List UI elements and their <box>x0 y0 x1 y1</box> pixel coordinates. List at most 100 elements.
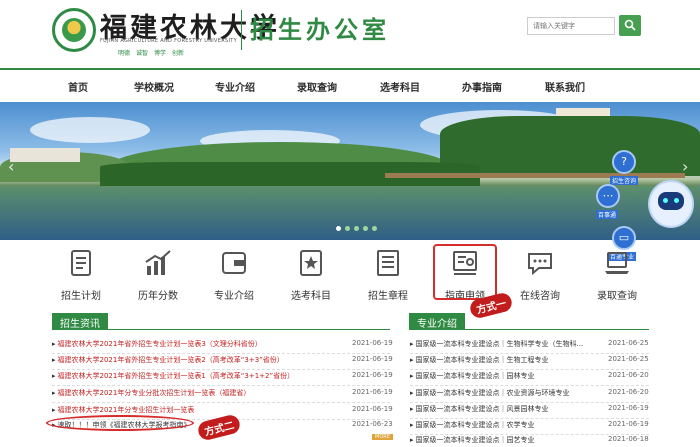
bar-chart-icon <box>145 250 171 275</box>
major-item[interactable]: ▸ 国家级一流本科专业建设点｜农学专业 2021-06-19 <box>410 420 649 435</box>
bullet-arrow-icon: ▸ <box>52 406 56 414</box>
quick-link-online-consult[interactable]: 在线咨询 <box>505 248 575 302</box>
news-item-title[interactable]: 福建农林大学2021年省外招生专业计划一览表1（高考改革“3+1+2”省份） <box>58 372 295 380</box>
news-item[interactable]: ▸ 福建农林大学2021年分专业分批次招生计划一览表（福建省） 2021-06-1… <box>52 388 393 403</box>
news-item-date: 2021-06-19 <box>352 405 393 413</box>
news-item-title[interactable]: 福建农林大学2021年省外招生专业计划一览表3（文理分科省份） <box>58 340 262 348</box>
quick-link-charter[interactable]: 招生章程 <box>353 248 423 302</box>
info-float-label: 百事通 <box>596 210 619 219</box>
quick-link-label: 招生章程 <box>368 291 408 302</box>
guide-float-button[interactable]: ▭ <box>612 226 636 250</box>
help-float-button[interactable]: ? <box>612 150 636 174</box>
news-section-title[interactable]: 招生资讯 <box>52 313 108 330</box>
question-icon: ? <box>621 155 627 168</box>
bullet-arrow-icon: ▸ <box>410 405 414 413</box>
major-item[interactable]: ▸ 国家级一流本科专业建设点｜风景园林专业 2021-06-19 <box>410 404 649 419</box>
banner-dot[interactable] <box>354 226 359 231</box>
search-icon <box>624 19 636 31</box>
news-item[interactable]: ▸ 福建农林大学2021年省外招生专业计划一览表1（高考改革“3+1+2”省份） … <box>52 371 393 386</box>
quick-link-enrollment-plan[interactable]: 招生计划 <box>46 248 116 302</box>
banner-next-arrow[interactable]: › <box>682 157 688 176</box>
annotation-stamp-two: 方式二 <box>196 413 242 442</box>
major-item[interactable]: ▸ 国家级一流本科专业建设点｜生物工程专业 2021-06-25 <box>410 355 649 370</box>
majors-section-title[interactable]: 专业介绍 <box>409 313 465 330</box>
major-item[interactable]: ▸ 国家级一流本科专业建设点｜园林专业 2021-06-20 <box>410 371 649 386</box>
nav-admission-query[interactable]: 录取查询 <box>297 79 337 94</box>
office-title: 招生办公室 <box>250 15 390 44</box>
row-divider <box>410 418 649 419</box>
nav-contact[interactable]: 联系我们 <box>545 79 585 94</box>
main-nav: 首页 学校概况 专业介绍 录取查询 选考科目 办事指南 联系我们 <box>0 68 700 102</box>
site-header: 福建农林大学 FUJIAN AGRICULTURE AND FORESTRY U… <box>0 0 700 64</box>
banner-dot[interactable] <box>372 226 377 231</box>
news-item-title[interactable]: 福建农林大学2021年分专业分批次招生计划一览表（福建省） <box>58 389 251 397</box>
quick-link-past-scores[interactable]: 历年分数 <box>123 248 193 302</box>
quick-link-label: 专业介绍 <box>214 291 254 302</box>
row-divider <box>52 385 390 386</box>
chat-bubble-icon <box>528 253 552 276</box>
banner-bridge <box>385 173 685 178</box>
university-seal-logo[interactable] <box>52 8 96 52</box>
nav-guide[interactable]: 办事指南 <box>462 79 502 94</box>
banner-dot[interactable] <box>345 226 350 231</box>
banner-dot[interactable] <box>363 226 368 231</box>
major-item[interactable]: ▸ 国家级一流本科专业建设点｜农业资源与环境专业 2021-06-20 <box>410 388 649 403</box>
quick-link-admission-query[interactable]: 录取查询 <box>582 248 652 302</box>
header-divider <box>241 10 242 50</box>
quick-link-majors[interactable]: 专业介绍 <box>199 248 269 302</box>
news-item[interactable]: ▸ 福建农林大学2021年省外招生专业计划一览表2（高考改革“3+3”省份） 20… <box>52 355 393 370</box>
major-item-date: 2021-06-25 <box>608 355 649 363</box>
robot-eye <box>674 198 679 203</box>
banner-cloud <box>30 117 150 143</box>
news-section-header: 招生资讯 <box>52 313 390 330</box>
nav-home[interactable]: 首页 <box>68 79 88 94</box>
news-item-date: 2021-06-23 <box>352 420 393 428</box>
major-item-title[interactable]: 国家级一流本科专业建设点｜园艺专业 <box>416 436 535 444</box>
major-item-title[interactable]: 国家级一流本科专业建设点｜生物科学专业（生物科... <box>416 340 584 348</box>
major-item-title[interactable]: 国家级一流本科专业建设点｜风景园林专业 <box>416 405 549 413</box>
news-item-date: 2021-06-19 <box>352 339 393 347</box>
robot-eye <box>663 198 668 203</box>
bullet-arrow-icon: ▸ <box>52 340 56 348</box>
banner-dots <box>334 224 379 234</box>
quick-link-label: 招生计划 <box>61 291 101 302</box>
nav-about[interactable]: 学校概况 <box>134 79 174 94</box>
robot-face-icon <box>658 192 684 210</box>
bullet-arrow-icon: ▸ <box>410 436 414 444</box>
bullet-arrow-icon: ▸ <box>52 372 56 380</box>
banner-prev-arrow[interactable]: ‹ <box>8 157 14 176</box>
search-input[interactable] <box>527 17 615 35</box>
major-item-date: 2021-06-19 <box>608 404 649 412</box>
major-item[interactable]: ▸ 国家级一流本科专业建设点｜生物科学专业（生物科... 2021-06-25 <box>410 339 649 354</box>
majors-section-header: 专业介绍 <box>409 313 649 330</box>
row-divider <box>410 385 649 386</box>
nav-majors[interactable]: 专业介绍 <box>215 79 255 94</box>
major-item-title[interactable]: 国家级一流本科专业建设点｜农学专业 <box>416 421 535 429</box>
bullet-arrow-icon: ▸ <box>410 340 414 348</box>
row-divider <box>410 402 649 403</box>
info-float-button[interactable]: ⋯ <box>596 184 620 208</box>
school-motto: 明德 诚智 博学 创新 <box>118 50 185 57</box>
news-more-button[interactable]: MORE <box>372 434 393 440</box>
quick-link-label: 选考科目 <box>291 291 331 302</box>
chatbot-robot[interactable] <box>648 180 694 228</box>
bullet-arrow-icon: ▸ <box>410 356 414 364</box>
major-item-title[interactable]: 国家级一流本科专业建设点｜园林专业 <box>416 372 535 380</box>
annotation-highlight-oval <box>46 415 194 431</box>
news-item[interactable]: ▸ 福建农林大学2021年省外招生专业计划一览表3（文理分科省份） 2021-06… <box>52 339 393 354</box>
news-item-title[interactable]: 福建农林大学2021年省外招生专业计划一览表2（高考改革“3+3”省份） <box>58 356 284 364</box>
bullet-arrow-icon: ▸ <box>410 372 414 380</box>
major-item-title[interactable]: 国家级一流本科专业建设点｜农业资源与环境专业 <box>416 389 570 397</box>
major-item-title[interactable]: 国家级一流本科专业建设点｜生物工程专业 <box>416 356 549 364</box>
news-item-title[interactable]: 福建农林大学2021年分专业招生计划一览表 <box>58 406 195 414</box>
row-divider <box>410 353 649 354</box>
quick-link-subjects[interactable]: 选考科目 <box>276 248 346 302</box>
bullet-arrow-icon: ▸ <box>410 421 414 429</box>
wallet-card-icon <box>222 252 246 274</box>
major-item-date: 2021-06-19 <box>608 420 649 428</box>
search-button[interactable] <box>619 15 641 36</box>
banner-dot[interactable] <box>336 226 341 231</box>
nav-subjects[interactable]: 选考科目 <box>380 79 420 94</box>
hero-banner[interactable]: ‹ › <box>0 102 700 240</box>
major-item[interactable]: ▸ 国家级一流本科专业建设点｜园艺专业 2021-06-18 <box>410 435 649 447</box>
